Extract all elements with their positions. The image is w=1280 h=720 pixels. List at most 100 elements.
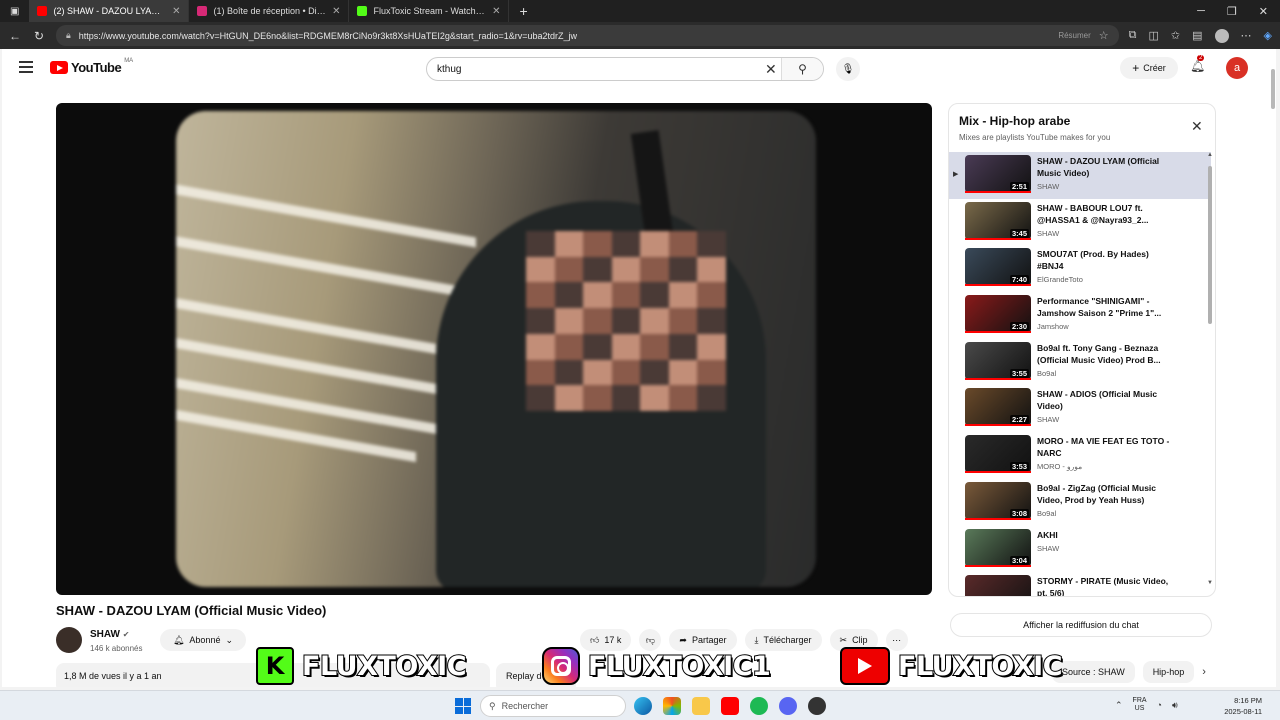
clear-search-icon[interactable]: ✕ xyxy=(765,61,777,78)
chip-source[interactable]: Source : SHAW xyxy=(1052,661,1135,683)
playlist-item[interactable]: 3:55 Bo9al ft. Tony Gang - Beznaza (Offic… xyxy=(949,339,1211,386)
channel-avatar[interactable] xyxy=(56,627,82,653)
page-scrollbar[interactable] xyxy=(1271,59,1276,679)
playlist-item-title: Performance "SHINIGAMI" - Jamshow Saison… xyxy=(1037,296,1162,319)
share-button[interactable]: ➦ Partager xyxy=(669,629,737,651)
browser-tab-0[interactable]: (2) SHAW - DAZOU LYAM (O ✕ xyxy=(29,0,190,22)
now-playing-icon: ▶ xyxy=(953,171,959,178)
discord-icon[interactable] xyxy=(779,697,797,715)
refresh-button[interactable]: ↻ xyxy=(32,29,46,43)
browser-tab-bar: ▣ (2) SHAW - DAZOU LYAM (O ✕ (1) Boîte de … xyxy=(0,0,1280,22)
profile-icon[interactable] xyxy=(1214,28,1229,43)
like-button[interactable]: 👍︎ 17 k xyxy=(580,629,632,651)
playlist-item[interactable]: 3:08 Bo9al - ZigZag (Official Music Video… xyxy=(949,479,1211,526)
show-chat-replay-button[interactable]: Afficher la rediffusion du chat xyxy=(950,613,1212,637)
playlist-item[interactable]: STORMY - PIRATE (Music Video, pt. 5/6) xyxy=(949,572,1211,596)
edge-icon[interactable] xyxy=(634,697,652,715)
playlist-items: ▶ 2:51 SHAW - DAZOU LYAM (Official Music V… xyxy=(949,152,1211,596)
playlist-scrollbar[interactable]: ▲ ▼ xyxy=(1207,152,1213,592)
chevron-right-icon[interactable]: › xyxy=(1202,666,1206,678)
maximize-button[interactable]: ❐ xyxy=(1227,5,1237,18)
download-button[interactable]: ⤓ Télécharger xyxy=(744,629,822,651)
summarize-button[interactable]: Résumer xyxy=(1058,31,1090,40)
chip-hiphop[interactable]: Hip-hop xyxy=(1142,661,1195,683)
clock-time: 8:16 PM xyxy=(1234,696,1262,705)
youtube-logo[interactable]: YouTube MA xyxy=(50,58,133,75)
description-box[interactable]: 1,8 M de vues il y a 1 an xyxy=(56,663,490,687)
more-actions-button[interactable]: ⋯ xyxy=(885,629,908,651)
network-tray-icon[interactable]: ⌃ xyxy=(1115,700,1123,711)
video-thumbnail: 3:08 xyxy=(965,481,1031,520)
close-playlist-icon[interactable]: ✕ xyxy=(1191,118,1203,135)
file-explorer-icon[interactable] xyxy=(692,697,710,715)
playlist-item-channel: SHAW xyxy=(1037,415,1060,425)
replay-box[interactable]: Replay d xyxy=(496,663,576,687)
split-screen-icon[interactable]: ◫ xyxy=(1149,29,1159,42)
copilot-icon[interactable]: ◈ xyxy=(1264,29,1272,42)
video-player[interactable] xyxy=(56,103,932,595)
notifications-button[interactable]: 🔔︎ 2 xyxy=(1190,55,1206,73)
account-avatar[interactable]: a xyxy=(1226,57,1248,79)
language-indicator[interactable]: FRA US xyxy=(1133,697,1147,713)
create-label: Créer xyxy=(1143,63,1166,73)
browser-tab-2[interactable]: FluxToxic Stream - Watch Live on ✕ xyxy=(349,0,510,22)
clip-button[interactable]: ✂ Clip xyxy=(829,629,878,651)
create-button[interactable]: + Créer xyxy=(1120,57,1178,79)
playlist-item[interactable]: ▶ 2:51 SHAW - DAZOU LYAM (Official Music V… xyxy=(949,152,1211,199)
subscribed-label: Abonné xyxy=(189,635,221,645)
view-count: 1,8 M de vues il y a 1 an xyxy=(64,671,162,681)
playlist-item[interactable]: 2:30 Performance "SHINIGAMI" - Jamshow Sa… xyxy=(949,292,1211,339)
new-tab-button[interactable]: + xyxy=(509,3,537,19)
close-window-button[interactable]: ✕ xyxy=(1259,5,1268,18)
playlist-item[interactable]: 3:04 AKHI SHAW xyxy=(949,526,1211,573)
collections-icon[interactable]: ▤ xyxy=(1192,29,1202,42)
favorite-star-icon[interactable]: ☆ xyxy=(1099,29,1109,42)
subscribed-button[interactable]: 🔔︎ Abonné ⌄ xyxy=(160,629,246,651)
tab-close-icon[interactable]: ✕ xyxy=(172,6,180,17)
search-input[interactable]: kthug ✕ ⚲ xyxy=(426,57,824,81)
playlist-item[interactable]: 3:53 MORO - MA VIE FEAT EG TOTO - NARC MOR… xyxy=(949,432,1211,479)
bell-icon: 🔔︎ xyxy=(1190,59,1206,73)
channel-name-row[interactable]: SHAW ✔ xyxy=(90,629,129,640)
playlist-item-channel: Bo9al xyxy=(1037,368,1057,378)
volume-icon[interactable]: 🔊︎ xyxy=(1172,700,1178,711)
tab-close-icon[interactable]: ✕ xyxy=(492,6,500,17)
playlist-item[interactable]: 7:40 SMOU7AT (Prod. By Hades) #BNJ4 ElGran… xyxy=(949,245,1211,292)
tab-favicon-icon xyxy=(197,6,208,16)
window-controls: ─ ❐ ✕ xyxy=(1197,5,1280,18)
favorites-icon[interactable]: ✩ xyxy=(1171,29,1180,42)
menu-icon[interactable] xyxy=(19,61,33,76)
taskbar-clock[interactable]: 8:16 PM 2025-08-11 xyxy=(1220,695,1262,717)
youtube-play-icon xyxy=(50,61,68,74)
replay-label: Replay d xyxy=(506,671,542,681)
video-thumbnail xyxy=(965,575,1031,596)
playlist-item[interactable]: 3:45 SHAW - BABOUR LOU7 ft. @HASSA1 & @Na… xyxy=(949,199,1211,246)
playlist-item[interactable]: 2:27 SHAW - ADIOS (Official Music Video) S… xyxy=(949,385,1211,432)
tab-actions-icon[interactable]: ▣ xyxy=(0,6,29,17)
menu-dots-icon[interactable]: ⋯ xyxy=(1241,29,1252,42)
search-button[interactable]: ⚲ xyxy=(781,58,823,80)
url-field[interactable]: 🔒︎ https://www.youtube.com/watch?v=HtGUN… xyxy=(56,25,1119,46)
tab-close-icon[interactable]: ✕ xyxy=(332,6,340,17)
minimize-button[interactable]: ─ xyxy=(1197,5,1205,18)
copilot-app-icon[interactable] xyxy=(663,697,681,715)
extensions-icon[interactable]: ⧉ xyxy=(1129,29,1137,42)
dislike-button[interactable]: 👎︎ xyxy=(639,629,662,651)
voice-search-button[interactable]: 🎙︎ xyxy=(836,57,860,81)
youtube-app-icon[interactable] xyxy=(721,697,739,715)
video-duration: 3:08 xyxy=(1009,508,1029,518)
video-thumbnail: 3:53 xyxy=(965,435,1031,474)
playlist-item-channel: MORO - مورو xyxy=(1037,462,1083,472)
wifi-icon[interactable]: ◔ xyxy=(1157,700,1162,710)
browser-tab-1[interactable]: (1) Boîte de réception • Direct ✕ xyxy=(189,0,350,22)
back-button[interactable]: ← xyxy=(8,29,22,43)
start-button[interactable] xyxy=(455,698,471,714)
playlist-item-title: Bo9al ft. Tony Gang - Beznaza (Official … xyxy=(1037,342,1161,365)
obs-icon[interactable] xyxy=(808,697,826,715)
playlist-title: Mix - Hip-hop arabe xyxy=(959,114,1071,128)
spotify-icon[interactable] xyxy=(750,697,768,715)
taskbar-search[interactable]: ⚲ Rechercher xyxy=(480,695,626,717)
share-icon: ➦ xyxy=(679,634,687,645)
channel-name: SHAW xyxy=(90,629,120,640)
tab-favicon-icon xyxy=(37,6,48,16)
